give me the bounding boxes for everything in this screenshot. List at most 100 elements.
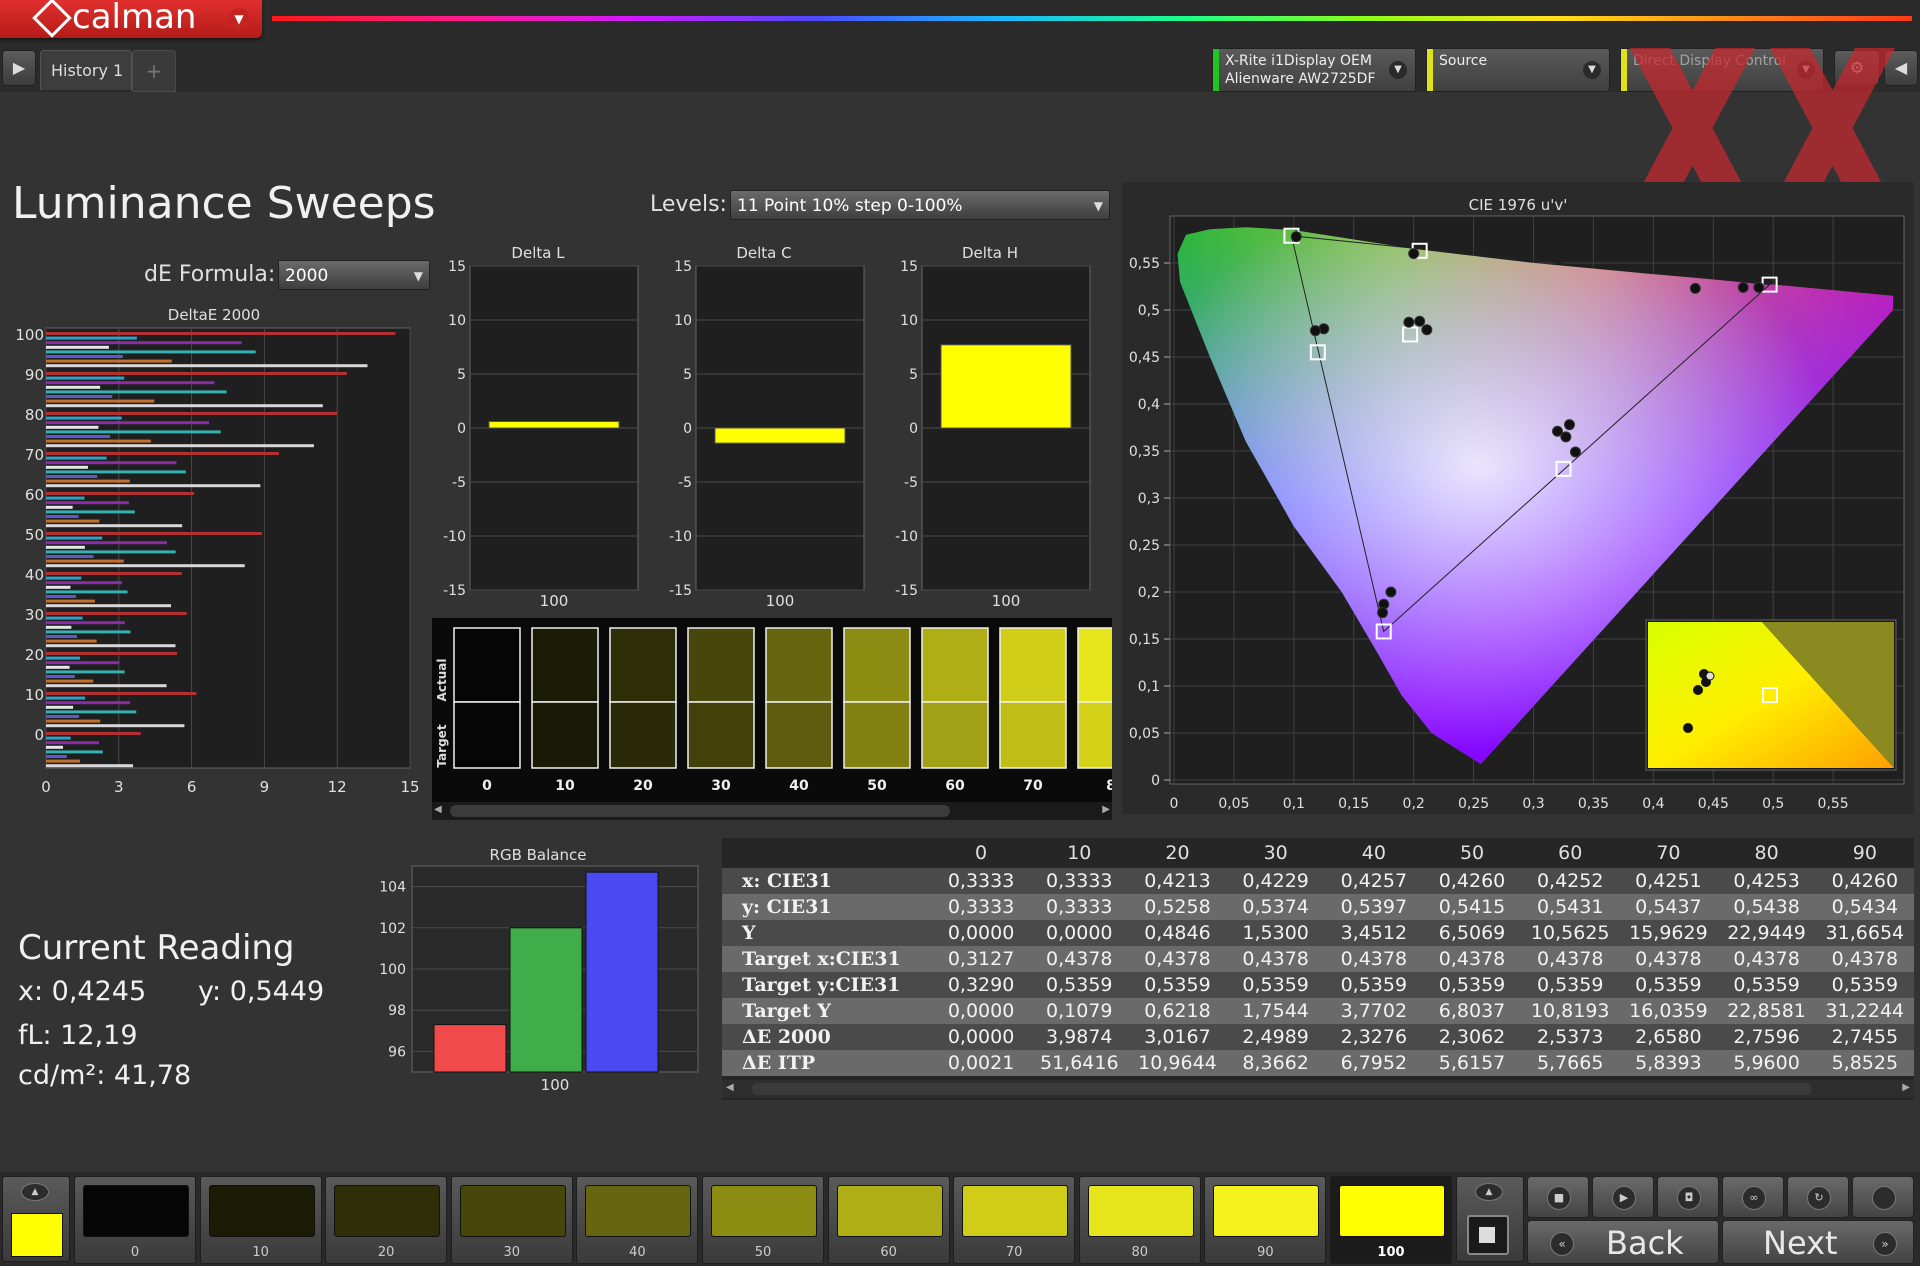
- patch-20[interactable]: 20: [325, 1176, 448, 1264]
- meter-selector[interactable]: X-Rite i1Display OEM Alienware AW2725DF …: [1212, 48, 1416, 92]
- x-tick-label: 0,2: [1403, 796, 1425, 812]
- scroll-left-icon[interactable]: ◀: [434, 804, 442, 815]
- de-formula-select[interactable]: 2000 ▼: [278, 260, 430, 290]
- swatch-target: [687, 701, 755, 769]
- deltae-bar: [46, 559, 124, 563]
- patch-50[interactable]: 50: [702, 1176, 824, 1264]
- deltae-bar: [46, 616, 83, 620]
- deltae-y-ticks: 1009080706050403020100: [15, 326, 44, 744]
- patch-40[interactable]: 40: [576, 1176, 699, 1264]
- scroll-left-icon[interactable]: ◀: [726, 1082, 734, 1093]
- patch-90[interactable]: 90: [1204, 1176, 1327, 1264]
- table-cell: 0,4251: [1619, 868, 1718, 894]
- deltae-bar: [46, 670, 125, 674]
- patch-80[interactable]: 80: [1078, 1176, 1201, 1264]
- play-button[interactable]: ▶: [1592, 1176, 1654, 1218]
- table-cell: 5,6157: [1422, 1050, 1522, 1076]
- double-chevron-left-icon: «: [1550, 1232, 1574, 1256]
- circle-icon: [1872, 1186, 1896, 1210]
- deltae-bar: [46, 679, 94, 683]
- patch-options-panel[interactable]: ▲: [1456, 1176, 1524, 1262]
- source-label: Source: [1439, 53, 1488, 69]
- patch-70[interactable]: 70: [953, 1176, 1076, 1264]
- chevron-up-icon[interactable]: ▲: [21, 1183, 49, 1201]
- patch-100[interactable]: 100: [1330, 1176, 1452, 1264]
- deltae-bar: [46, 332, 396, 335]
- measured-point: [1753, 281, 1765, 293]
- deltae-bar: [46, 545, 85, 549]
- workflow-forward-button[interactable]: ▶: [2, 50, 36, 86]
- swatch-scroll-thumb[interactable]: [450, 805, 950, 817]
- stop-square-button[interactable]: [1467, 1215, 1509, 1255]
- deltae-bar: [46, 736, 71, 740]
- patch-30[interactable]: 30: [450, 1176, 573, 1264]
- table-row[interactable]: Target x:CIE31 0,3127 0,4378 0,4378 0,4378 0,…: [722, 946, 1914, 972]
- table-cell: 2,3276: [1324, 1024, 1423, 1050]
- table-row[interactable]: Target Y 0,0000 0,1079 0,6218 1,7544 3,7702 6,…: [722, 998, 1914, 1024]
- table-cell: 31,6654: [1815, 920, 1914, 946]
- swatch-label: 70: [1023, 778, 1043, 794]
- table-scrollbar[interactable]: ◀ ▶: [722, 1080, 1914, 1098]
- table-scroll-thumb[interactable]: [752, 1083, 1812, 1095]
- patch-swatch: [585, 1185, 692, 1237]
- scroll-right-icon[interactable]: ▶: [1902, 1082, 1910, 1093]
- table-row[interactable]: Target y:CIE31 0,3290 0,5359 0,5359 0,5359 0,…: [722, 972, 1914, 998]
- deltae-bar: [46, 661, 120, 665]
- levels-select[interactable]: 11 Point 10% step 0-100% ▼: [730, 190, 1110, 220]
- rgb-title: RGB Balance: [490, 846, 587, 864]
- table-cell: 3,7702: [1324, 998, 1423, 1024]
- deltae-bar: [46, 595, 76, 598]
- source-selector[interactable]: Source ▼: [1426, 48, 1610, 92]
- calman-logo-button[interactable]: calman ▼: [0, 0, 262, 38]
- chevron-up-icon[interactable]: ▲: [1475, 1183, 1503, 1201]
- scroll-right-icon[interactable]: ▶: [1102, 804, 1110, 815]
- measure-button[interactable]: ◘: [1657, 1176, 1719, 1218]
- play-icon: ▶: [1612, 1186, 1636, 1210]
- table-row[interactable]: x: CIE31 0,3333 0,3333 0,4213 0,4229 0,4257 0,…: [722, 868, 1914, 894]
- measured-point: [1689, 282, 1701, 294]
- patch-60[interactable]: 60: [827, 1176, 950, 1264]
- patch-10[interactable]: 10: [199, 1176, 322, 1264]
- next-label: Next: [1763, 1224, 1838, 1262]
- tab-history-1[interactable]: History 1: [40, 50, 132, 90]
- measurement-table: 0 10 20 30 40 50 60 70 80 90 x: CIE31 0,3333 0,3333…: [722, 838, 1914, 1100]
- refresh-button[interactable]: ↻: [1787, 1176, 1849, 1218]
- table-row[interactable]: ΔE ITP 0,0021 51,6416 10,9644 8,3662 6,7952 5,…: [722, 1050, 1914, 1076]
- patch-0[interactable]: 0: [74, 1176, 196, 1264]
- x-tick-label: 0: [1170, 796, 1179, 812]
- current-color-panel[interactable]: ▲: [2, 1176, 70, 1262]
- deltae-bar: [46, 475, 98, 478]
- deltae-bar: [46, 696, 86, 700]
- y-tick-label: 0,35: [1129, 444, 1160, 460]
- swatch-actual: [531, 627, 599, 703]
- deltae-bar: [46, 439, 151, 443]
- options-button[interactable]: [1852, 1176, 1914, 1218]
- deltae-bar: [46, 390, 227, 394]
- table-row[interactable]: y: CIE31 0,3333 0,3333 0,5258 0,5374 0,5397 0,…: [722, 894, 1914, 920]
- deltae-bar: [46, 399, 155, 403]
- patch-label: 80: [1131, 1245, 1149, 1260]
- add-tab-button[interactable]: +: [132, 50, 176, 92]
- next-button[interactable]: Next »: [1722, 1220, 1914, 1264]
- table-cell: 0,4378: [1619, 946, 1718, 972]
- table-cell: 0,4378: [1717, 946, 1816, 972]
- deltae-bar: [46, 705, 74, 709]
- table-row[interactable]: ΔE 2000 0,0000 3,9874 3,0167 2,4989 2,3276 2,3…: [722, 1024, 1914, 1050]
- swatch-scrollbar[interactable]: ◀ ▶: [432, 802, 1112, 820]
- deltae-bar: [46, 412, 338, 415]
- table-cell: 15,9629: [1619, 920, 1718, 946]
- deltae-bar: [46, 581, 123, 585]
- continuous-button[interactable]: ∞: [1722, 1176, 1784, 1218]
- back-button[interactable]: « Back: [1527, 1220, 1719, 1264]
- x-tick-label: 3: [114, 778, 124, 796]
- deltae-bar: [46, 510, 135, 514]
- y-tick-label: -15: [669, 583, 692, 599]
- current-color-swatch: [11, 1213, 63, 1257]
- y-tick-label: -10: [443, 529, 466, 545]
- deltae-bar: [46, 639, 97, 643]
- table-row[interactable]: Y 0,0000 0,0000 0,4846 1,5300 3,4512 6,5069 10,…: [722, 920, 1914, 946]
- table-cell: 0,4260: [1815, 868, 1914, 894]
- table-cell: 0,4229: [1226, 868, 1325, 894]
- measured-point: [1563, 419, 1575, 431]
- stop-button[interactable]: ■: [1527, 1176, 1589, 1218]
